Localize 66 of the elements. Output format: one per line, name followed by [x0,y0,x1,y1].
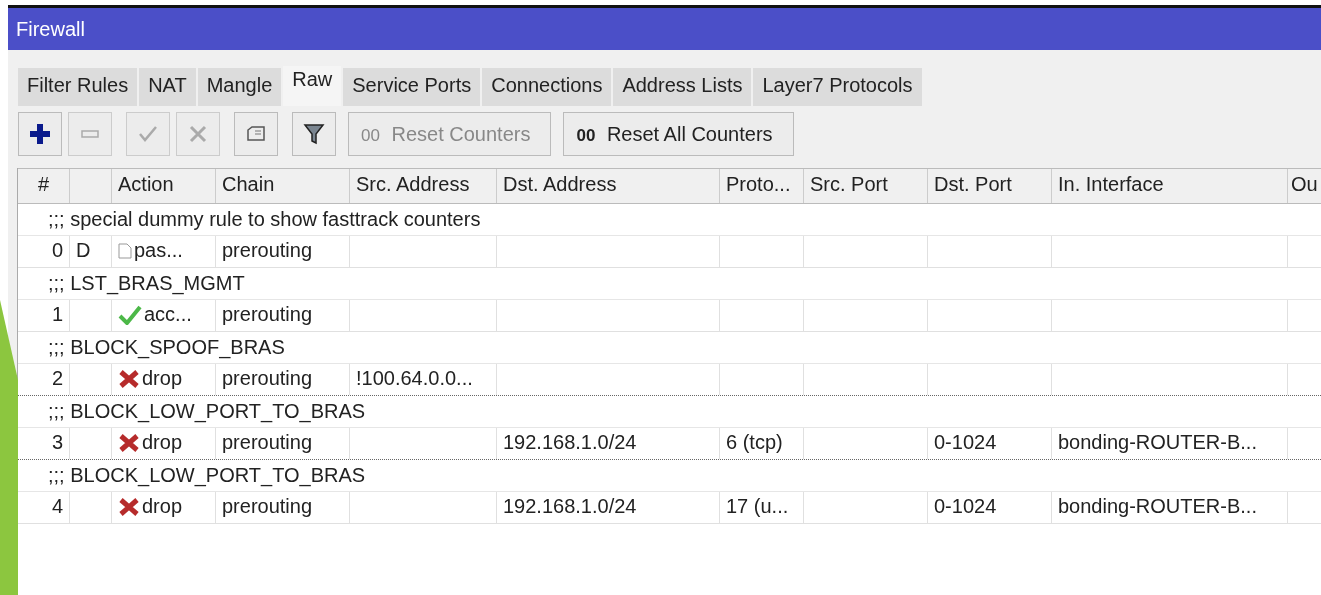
column-header[interactable]: In. Interface [1052,169,1288,203]
rule-comment: ;;; LST_BRAS_MGMT [48,272,245,295]
rule-comment: ;;; BLOCK_LOW_PORT_TO_BRAS [48,400,366,423]
tab[interactable]: Connections [482,68,612,106]
column-header[interactable]: Dst. Port [928,169,1052,203]
table-cell: drop [142,367,183,390]
tab[interactable]: Service Ports [343,68,481,106]
document-icon [118,242,132,259]
column-header[interactable]: # [18,169,70,203]
table-cell: bonding-ROUTER-B... [1058,495,1257,517]
filter-icon [303,123,325,145]
comment-button[interactable] [234,112,278,156]
tab[interactable]: Layer7 Protocols [753,68,922,106]
table-cell: prerouting [222,431,313,453]
tab[interactable]: NAT [139,68,196,106]
cross-icon [118,496,140,517]
rule-comment: ;;; BLOCK_SPOOF_BRAS [48,336,285,359]
table-cell: 0-1024 [934,495,997,517]
column-header[interactable]: Ou [1288,169,1321,203]
plus-icon [29,123,51,145]
table-cell: drop [142,431,183,454]
table-row[interactable]: 0 D pas... prerouting [18,236,1321,268]
table-row[interactable]: 3 drop prerouting 192.168.1.0/24 6 (tcp) 0-1024 bonding-ROUTER-B... [18,428,1321,460]
rule-comment: ;;; BLOCK_LOW_PORT_TO_BRAS [48,464,366,487]
table-cell: 2 [51,367,63,389]
table-cell: 1 [51,303,63,325]
table-cell: 192.168.1.0/24 [503,495,637,517]
column-header[interactable]: Dst. Address [497,169,720,203]
table-cell: 0-1024 [934,431,997,453]
tab[interactable]: Raw [283,66,342,106]
cross-icon [187,123,209,145]
column-header[interactable]: Src. Port [804,169,928,203]
rule-comment: ;;; special dummy rule to show fasttrack counters [48,208,481,231]
table-cell: bonding-ROUTER-B... [1058,431,1257,453]
table-cell: !100.64.0.0... [356,367,473,389]
table-cell: 4 [51,495,63,517]
add-button[interactable] [18,112,62,156]
table-row[interactable]: 1 acc... prerouting [18,300,1321,332]
table-cell: prerouting [222,367,313,389]
window-title: Firewall [16,17,85,41]
filter-button[interactable] [292,112,336,156]
table-cell: 6 (tcp) [726,431,783,453]
cross-icon [118,368,140,389]
cross-icon [118,432,140,453]
check-icon [118,304,142,325]
column-header[interactable]: Action [112,169,216,203]
column-header[interactable]: Proto... [720,169,804,203]
table-cell: acc... [144,303,192,326]
tab[interactable]: Address Lists [613,68,752,106]
tab[interactable]: Filter Rules [18,68,138,106]
table-cell: 17 (u... [726,495,789,517]
table-cell: 3 [51,431,63,453]
table-row[interactable]: 4 drop prerouting 192.168.1.0/24 17 (u... 0-1024 bonding-ROUTER-B... [18,492,1321,524]
table-cell: prerouting [222,495,313,517]
table-cell: pas... [134,239,183,262]
table-cell: prerouting [222,303,313,325]
table-cell: 0 [51,239,63,261]
column-header[interactable]: Chain [216,169,350,203]
reset-counters-button[interactable]: 00 Reset All Counters [563,112,794,156]
table-cell: prerouting [222,239,313,261]
table-cell: D [76,239,91,261]
column-header[interactable]: Src. Address [350,169,497,203]
table-cell: drop [142,495,183,518]
tab[interactable]: Mangle [197,68,282,106]
table-row[interactable]: 2 drop prerouting !100.64.0.0... [18,364,1321,396]
table-cell: 192.168.1.0/24 [503,431,637,453]
